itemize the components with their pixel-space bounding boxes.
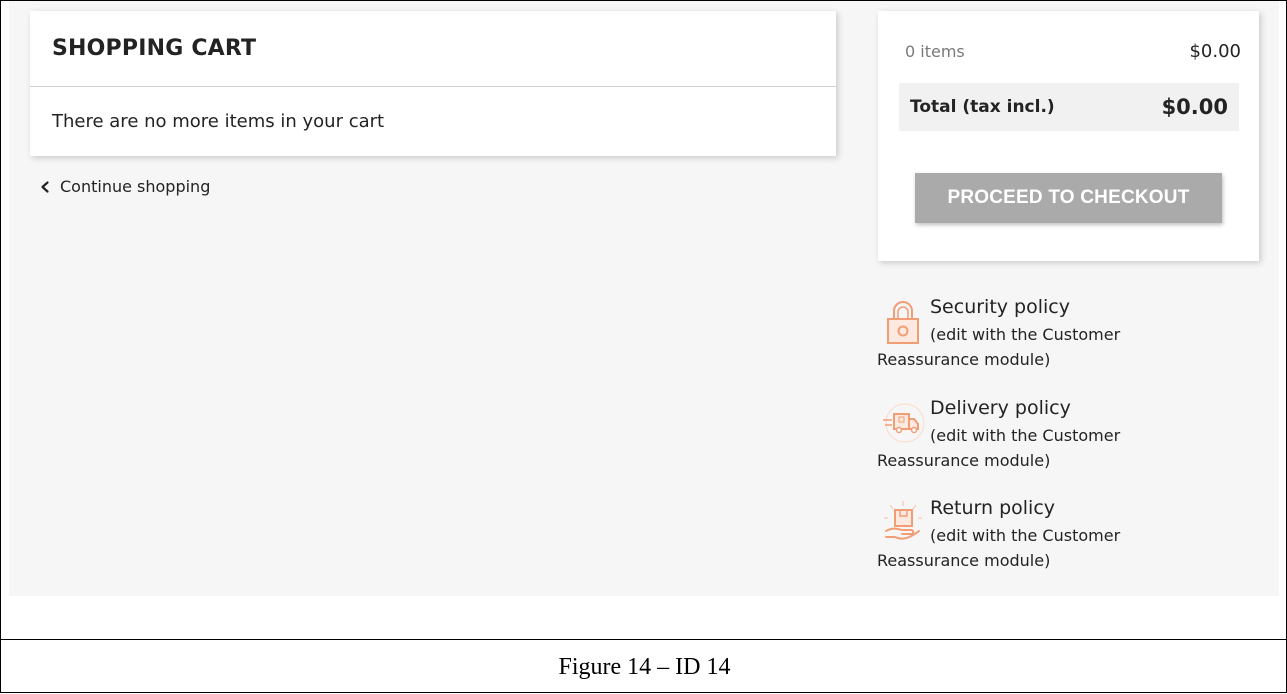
figure-frame: SHOPPING CART There are no more items in… xyxy=(0,0,1287,693)
cart-body: There are no more items in your cart xyxy=(30,87,836,132)
empty-cart-message: There are no more items in your cart xyxy=(52,111,385,132)
cart-panel: SHOPPING CART There are no more items in… xyxy=(30,11,836,156)
chevron-left-icon xyxy=(41,180,49,193)
reassurance-description: (edit with the Customer Reassurance modu… xyxy=(877,526,1121,570)
reassurance-description: (edit with the Customer Reassurance modu… xyxy=(877,426,1121,470)
summary-total-row: Total (tax incl.) $0.00 xyxy=(899,83,1239,131)
cart-header: SHOPPING CART xyxy=(30,11,836,87)
proceed-to-checkout-button[interactable]: PROCEED TO CHECKOUT xyxy=(915,173,1222,223)
items-amount: $0.00 xyxy=(1189,41,1241,62)
summary-items-row: 0 items $0.00 xyxy=(905,41,1241,62)
reassurance-title: Delivery policy xyxy=(930,397,1071,419)
reassurance-title: Security policy xyxy=(930,296,1070,318)
cart-summary: 0 items $0.00 Total (tax incl.) $0.00 PR… xyxy=(878,11,1259,261)
page-title: SHOPPING CART xyxy=(52,36,257,61)
reassurance-title: Return policy xyxy=(930,497,1056,519)
continue-shopping-link[interactable]: Continue shopping xyxy=(39,177,210,196)
continue-shopping-label: Continue shopping xyxy=(60,177,211,196)
items-count: 0 items xyxy=(905,42,965,61)
reassurance-description: (edit with the Customer Reassurance modu… xyxy=(877,325,1121,369)
total-amount: $0.00 xyxy=(1161,95,1228,119)
total-label: Total (tax incl.) xyxy=(910,97,1055,117)
caption-text: Figure 14 – ID 14 xyxy=(558,653,731,680)
cart-page: SHOPPING CART There are no more items in… xyxy=(9,1,1279,596)
figure-caption: Figure 14 – ID 14 xyxy=(1,639,1287,694)
